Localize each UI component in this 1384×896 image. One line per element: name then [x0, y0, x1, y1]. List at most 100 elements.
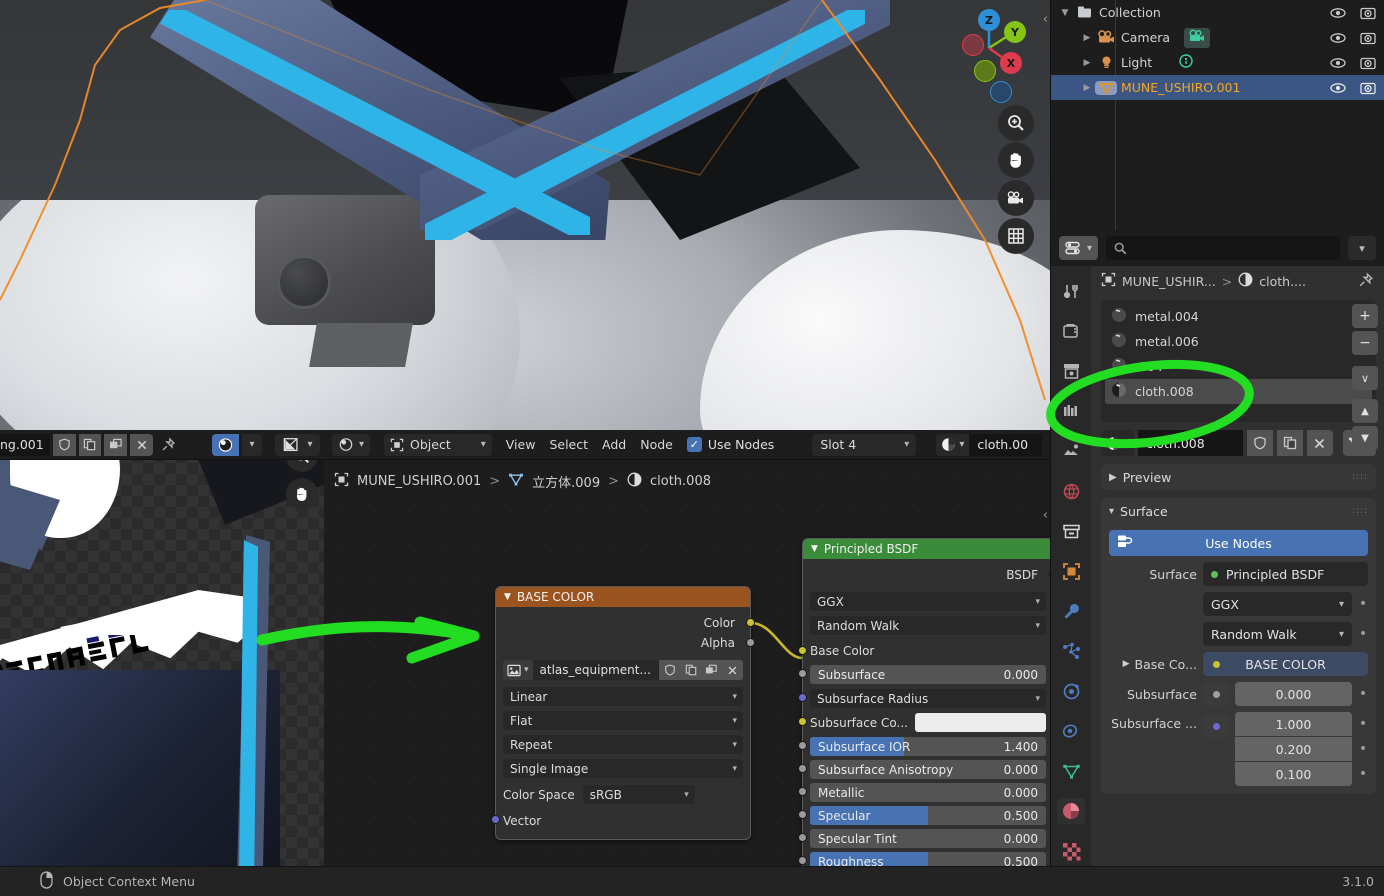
display-channels-button[interactable]: ▾ [275, 433, 320, 456]
outliner-row-collection[interactable]: ▼ Collection [1051, 0, 1384, 25]
source-dropdown[interactable]: Single Image ▾ [503, 759, 743, 778]
roughness-slider[interactable]: Roughness 0.500 [810, 852, 1046, 866]
outliner-row-mune-ushiro[interactable]: ▶ MUNE_USHIRO.001 [1051, 75, 1384, 100]
animate-property-dot[interactable]: • [1358, 716, 1368, 732]
subsurface-method-dropdown[interactable]: Random Walk ▾ [1203, 622, 1352, 646]
gizmo-axis-z[interactable]: Z [978, 9, 1000, 31]
image-texture-node[interactable]: ▼ BASE COLOR Color Alpha ▾ atlas_equipme… [491, 586, 755, 840]
expand-triangle-icon[interactable]: ▶ [1079, 58, 1095, 68]
node-input-vector[interactable]: Vector [491, 810, 743, 831]
light-object-icon[interactable] [1178, 53, 1194, 72]
x-icon[interactable] [1306, 430, 1333, 456]
node-output-bsdf[interactable]: BSDF [810, 565, 1050, 585]
menu-add[interactable]: Add [602, 437, 626, 452]
properties-content[interactable]: MUNE_USHIR... > cloth.... metal.004 meta… [1091, 266, 1384, 866]
gizmo-axis-x[interactable]: X [1000, 52, 1022, 74]
material-datablock-row[interactable]: ▾ cloth.008 ▾ [1101, 430, 1376, 456]
pin-icon[interactable] [156, 437, 180, 452]
move-slot-up-button[interactable]: ▲ [1352, 399, 1378, 423]
copy-icon[interactable] [680, 660, 701, 680]
image-editor-header[interactable]: ng.001 ▾ ▾ [0, 430, 324, 460]
camera-render-icon[interactable] [1360, 31, 1376, 45]
node-input-metallic[interactable]: Metallic 0.000 [798, 782, 1046, 803]
camera-render-icon[interactable] [1360, 6, 1376, 20]
node-sidebar-toggle[interactable]: ‹ [1043, 508, 1048, 523]
search-input[interactable] [1106, 236, 1340, 260]
radius-y-field[interactable]: 0.200 [1235, 737, 1352, 761]
camera-render-icon[interactable] [1360, 56, 1376, 70]
browse-image-button[interactable]: ▾ [503, 660, 533, 680]
distribution-dropdown[interactable]: GGX ▾ [810, 592, 1046, 611]
use-nodes-button[interactable]: Use Nodes [1109, 530, 1368, 556]
eye-icon[interactable] [1330, 57, 1346, 69]
hand-icon[interactable] [286, 478, 318, 510]
expand-triangle-icon[interactable]: ▶ [1079, 33, 1095, 43]
interpolation-dropdown[interactable]: Linear ▾ [503, 687, 743, 706]
input-socket[interactable] [491, 815, 500, 824]
prop-tab-texture[interactable] [1057, 838, 1085, 864]
menu-select[interactable]: Select [549, 437, 588, 452]
prop-tab-constraints[interactable] [1057, 718, 1085, 744]
prop-tab-modifiers[interactable] [1057, 598, 1085, 624]
pin-icon[interactable] [1358, 272, 1374, 291]
node-header[interactable]: ▼ BASE COLOR [496, 587, 750, 607]
3d-viewport[interactable]: Z Y X ‹ [0, 0, 1050, 430]
chevron-down-icon[interactable]: ▼ [811, 544, 818, 554]
uv-image-editor[interactable] [0, 430, 324, 866]
prop-tab-scene[interactable] [1057, 438, 1085, 464]
expand-triangle-icon[interactable]: ▶ [1079, 83, 1095, 93]
node-material-name[interactable]: cloth.00 [969, 433, 1042, 456]
chevron-down-icon[interactable]: ▼ [504, 592, 511, 602]
material-slot-side-buttons[interactable]: + − ∨ ▲ ▼ [1352, 304, 1378, 450]
browse-material-button[interactable]: ▾ [936, 433, 970, 456]
animate-property-dot[interactable]: • [1358, 626, 1368, 642]
expand-triangle-icon[interactable]: ▶ [1123, 659, 1130, 669]
animate-property-dot[interactable]: • [1358, 596, 1368, 612]
input-socket[interactable] [798, 810, 807, 819]
input-socket[interactable] [798, 646, 807, 655]
material-slot-item[interactable]: .004 [1105, 354, 1372, 379]
subsurface-color-swatch[interactable] [914, 713, 1046, 732]
properties-tab-column[interactable] [1051, 266, 1091, 866]
browse-material-button[interactable]: ▾ [1101, 430, 1135, 456]
eye-icon[interactable] [1330, 32, 1346, 44]
subsurface-method-dropdown[interactable]: Random Walk ▾ [810, 616, 1046, 635]
slot-specials-button[interactable]: ∨ [1352, 366, 1378, 390]
outliner-row-toggles[interactable] [1330, 6, 1376, 20]
subsurface-anisotropy-slider[interactable]: Subsurface Anisotropy 0.000 [810, 760, 1046, 779]
node-material-datablock[interactable]: ▾ cloth.00 [936, 433, 1042, 456]
outliner-row-toggles[interactable] [1330, 81, 1376, 95]
node-input-subsurface-ior[interactable]: Subsurface IOR 1.400 [798, 736, 1046, 757]
subsurface-value-field[interactable]: 0.000 [1235, 682, 1352, 706]
outliner-editor[interactable]: ▼ Collection ▶ Camera ▶ Light ▶ MUNE_USH… [1050, 0, 1384, 230]
principled-bsdf-node[interactable]: ▼ Principled BSDF BSDF GGX ▾ Random Walk… [798, 538, 1050, 866]
input-socket[interactable] [798, 741, 807, 750]
material-slot-dropdown[interactable]: Slot 4 ▾ [812, 433, 917, 456]
input-socket[interactable] [798, 693, 807, 702]
copy-icon[interactable] [78, 433, 102, 456]
add-slot-button[interactable]: + [1352, 304, 1378, 328]
list-resize-grip[interactable]: :::: [1230, 409, 1246, 419]
duplicate-icon[interactable] [701, 660, 722, 680]
input-socket[interactable] [798, 787, 807, 796]
prop-tab-object[interactable] [1057, 558, 1085, 584]
eye-icon[interactable] [1330, 7, 1346, 19]
x-icon[interactable] [722, 660, 743, 680]
subsurface-socket[interactable] [1203, 682, 1229, 706]
zoom-icon[interactable] [998, 105, 1034, 141]
output-socket[interactable] [746, 618, 755, 627]
gizmo-axis-neg-z[interactable] [990, 81, 1012, 103]
node-input-subsurface-anisotropy[interactable]: Subsurface Anisotropy 0.000 [798, 759, 1046, 780]
node-output-alpha[interactable]: Alpha [503, 633, 755, 653]
move-slot-down-button[interactable]: ▼ [1352, 426, 1378, 450]
shield-icon[interactable] [659, 660, 680, 680]
camera-render-icon[interactable] [1360, 81, 1376, 95]
color-space-dropdown[interactable]: sRGB ▾ [582, 785, 695, 804]
editor-type-button[interactable]: ▾ [332, 433, 371, 456]
subsurface-slider[interactable]: Subsurface 0.000 [810, 665, 1046, 684]
menu-node[interactable]: Node [640, 437, 673, 452]
node-input-subsurface-color[interactable]: Subsurface Co... [798, 712, 1046, 733]
distribution-dropdown[interactable]: GGX ▾ [1203, 592, 1352, 616]
input-socket[interactable] [798, 856, 807, 865]
subsurface-radius-dropdown[interactable]: Subsurface Radius ▾ [810, 689, 1046, 708]
